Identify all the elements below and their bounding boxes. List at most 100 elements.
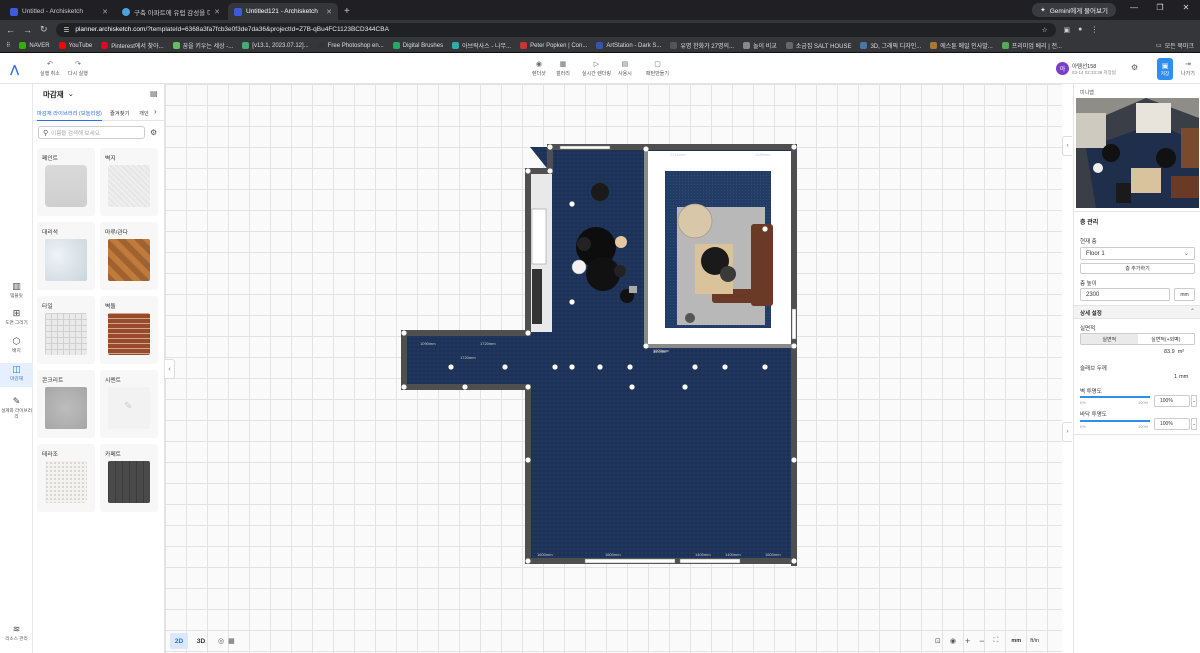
filter-gear-icon[interactable]: ⚙ (150, 128, 157, 137)
wall-vertex-handle[interactable] (692, 364, 698, 370)
zoom-out-icon[interactable]: − (979, 636, 984, 646)
wall-vertex-handle[interactable] (462, 384, 468, 390)
wall-opacity-slider[interactable] (1080, 396, 1150, 398)
panel-toggle-icon[interactable]: ▤ (150, 89, 158, 98)
exit-button[interactable]: ⇥ 나가기 (1181, 61, 1195, 77)
wall-vertex-handle[interactable] (401, 384, 407, 390)
window[interactable] (679, 558, 741, 564)
realtime-render-button[interactable]: ▷ 실시간 렌더링 (582, 61, 611, 77)
round-table-small[interactable] (591, 183, 609, 201)
wall-vertex-handle[interactable] (525, 558, 531, 564)
right-panel-toggle-icon[interactable]: › (1062, 422, 1072, 442)
wall-vertex-handle[interactable] (762, 364, 768, 370)
material-card[interactable]: 시멘트 ✎ (100, 370, 158, 438)
wall-vertex-handle[interactable] (791, 343, 797, 349)
toggle-area[interactable]: 실면적 (1081, 334, 1138, 344)
wall-vertex-handle[interactable] (722, 364, 728, 370)
bookmark-item[interactable]: 에스툰 메일 인사말... (930, 41, 993, 50)
material-card[interactable]: 테라조 (37, 444, 95, 512)
panel-title[interactable]: 마감재 ⌄ (43, 89, 74, 100)
menu-icon[interactable]: ⋮ (1090, 25, 1098, 34)
wall-vertex-handle[interactable] (569, 299, 575, 305)
browser-tab[interactable]: 구축 아파트에 유럽 감성을 더... ✕ (116, 3, 226, 20)
wall-vertex-handle[interactable] (552, 364, 558, 370)
tab-favorites[interactable]: 즐겨찾기 (110, 109, 130, 117)
floorplan-canvas[interactable]: 2176mm 1285mm 1090mm 1720mm 1720mm 1600m… (165, 84, 1062, 653)
close-icon[interactable]: ✕ (102, 8, 108, 16)
visibility-icon[interactable]: ◉ (950, 637, 956, 645)
side-table[interactable] (629, 286, 637, 293)
material-card[interactable]: 페인트 (37, 148, 95, 216)
window[interactable] (791, 308, 797, 340)
minimize-icon[interactable]: — (1124, 3, 1144, 12)
dining-chair[interactable] (615, 236, 627, 248)
bookmark-star-icon[interactable]: ☆ (1042, 26, 1048, 34)
round-rug[interactable] (677, 203, 713, 239)
bookmark-item[interactable]: Pinterest에서 찾아... (101, 41, 164, 50)
minimap-toggle-icon[interactable]: › (1062, 136, 1072, 156)
bookmark-item[interactable]: 프리미엄 베리 | 전... (1001, 41, 1062, 50)
fit-screen-icon[interactable]: ⛶ (994, 637, 999, 645)
bookmark-item[interactable]: 놀이 비교 (743, 41, 777, 50)
search-input[interactable]: ⚲ 이름을 검색해 보세요 (38, 126, 145, 139)
bookmark-item[interactable]: YouTube (58, 42, 92, 49)
wall-vertex-handle[interactable] (448, 364, 454, 370)
material-card[interactable]: 카페트 (100, 444, 158, 512)
new-tab-icon[interactable]: + (344, 3, 350, 20)
material-card[interactable]: 벽지 (100, 148, 158, 216)
back-icon[interactable]: ← (6, 25, 15, 35)
material-card[interactable]: 마루/관다 (100, 222, 158, 290)
bookmark-item[interactable]: NAVER (19, 42, 50, 49)
stool[interactable] (685, 313, 695, 323)
grid-view-icon[interactable]: ▦ (228, 637, 235, 645)
slab-thickness-value[interactable]: 1 mm (1174, 374, 1188, 380)
wall-vertex-handle[interactable] (401, 330, 407, 336)
wall-vertex-handle[interactable] (762, 226, 768, 232)
wall-vertex-handle[interactable] (682, 384, 688, 390)
detail-settings-header[interactable]: 상세 설정 ⌃ (1074, 305, 1200, 319)
floor-opacity-slider[interactable] (1080, 420, 1150, 422)
wall-vertex-handle[interactable] (629, 384, 635, 390)
collapse-left-panel-icon[interactable]: ‹ (165, 359, 175, 379)
usage-button[interactable]: ▤ 사용시 (618, 61, 632, 77)
browser-tab-active[interactable]: Untitled121 - Archisketch ✕ (228, 3, 338, 20)
wall-vertex-handle[interactable] (569, 364, 575, 370)
gemini-button[interactable]: ✦ Gemini에게 물어보기 (1032, 3, 1116, 17)
view-3d-button[interactable]: 3D (192, 633, 210, 649)
side-table[interactable] (720, 266, 736, 282)
reload-icon[interactable]: ↻ (40, 24, 48, 35)
gallery-button[interactable]: ▦ 갤러리 (556, 61, 570, 77)
toggle-area-outer[interactable]: 실면적(+외벽) (1138, 334, 1195, 344)
view-2d-button[interactable]: 2D (170, 633, 188, 649)
window[interactable] (559, 145, 611, 150)
save-button[interactable]: ▣ 저장 (1157, 58, 1173, 80)
bookmark-item[interactable]: 소금집 SALT HOUSE (785, 41, 851, 50)
rail-resources[interactable]: ≋ 리소스 관리 (0, 625, 33, 649)
wall-opacity-input[interactable]: 100% (1154, 395, 1190, 407)
floor-opacity-input[interactable]: 100% (1154, 418, 1190, 430)
bookmark-item[interactable]: Peter Popken | Con... (520, 42, 587, 49)
unit-mm-button[interactable]: mm (1011, 638, 1021, 644)
material-card[interactable]: 대리석 (37, 222, 95, 290)
wall-vertex-handle[interactable] (791, 558, 797, 564)
material-card[interactable]: 콘크리트 (37, 370, 95, 438)
unit-ftin-button[interactable]: ft/in (1030, 638, 1039, 644)
tabs-more-icon[interactable]: › (154, 107, 157, 116)
wall-vertex-handle[interactable] (791, 457, 797, 463)
dining-chair[interactable] (614, 265, 626, 277)
floor-select[interactable]: Floor 1 ⌄ (1080, 247, 1195, 260)
wall-vertex-handle[interactable] (547, 144, 553, 150)
material-card[interactable]: 벽돌 (100, 296, 158, 364)
material-card[interactable]: 타일 (37, 296, 95, 364)
wall-vertex-handle[interactable] (547, 168, 553, 174)
wall-vertex-handle[interactable] (643, 343, 649, 349)
pattern-button[interactable]: ▢ 패턴만들기 (646, 61, 669, 77)
wall-vertex-handle[interactable] (569, 201, 575, 207)
stepper-icon[interactable]: ⌄ (1191, 395, 1197, 407)
bookmark-item[interactable]: Digital Brushes (392, 42, 443, 49)
rail-templates[interactable]: ▥ 템플릿 (0, 282, 33, 302)
bookmark-item[interactable]: Free Photoshop en... (317, 42, 384, 49)
redo-button[interactable]: ↷ 다시 실행 (68, 61, 88, 77)
tab-personal[interactable]: 개인 (139, 109, 149, 117)
add-floor-button[interactable]: 층 추가하기 (1080, 263, 1195, 274)
